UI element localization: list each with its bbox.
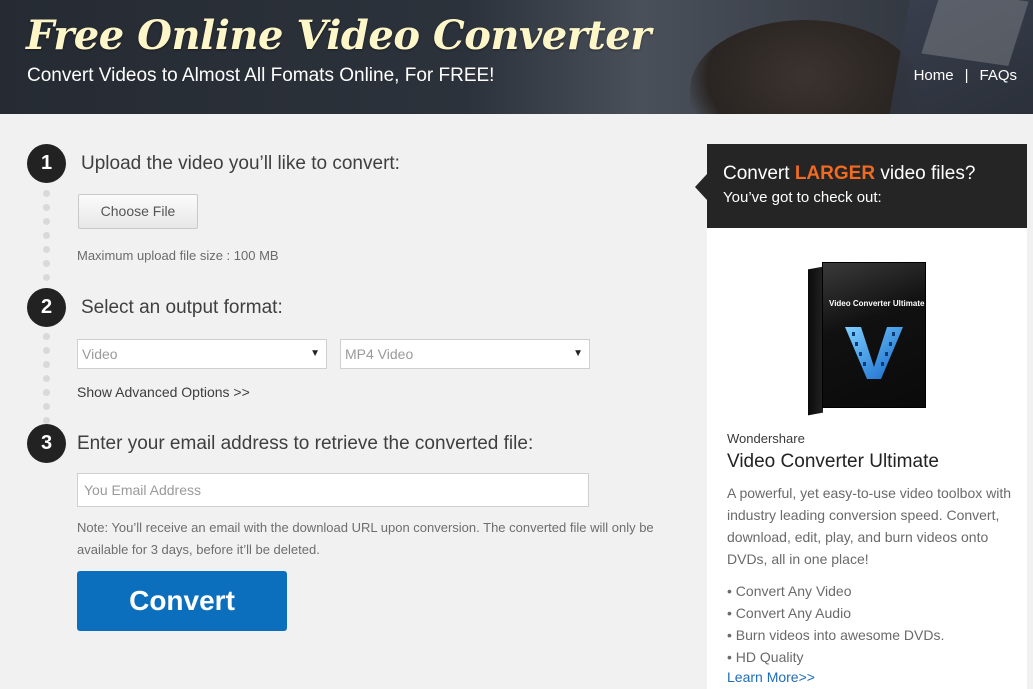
product-brand: Wondershare: [727, 431, 805, 446]
step-connector-dot: [43, 347, 50, 354]
convert-button[interactable]: Convert: [77, 571, 287, 631]
feature-list: Convert Any Video Convert Any Audio Burn…: [727, 580, 945, 668]
site-title: Free Online Video Converter: [26, 12, 651, 59]
dropdown-arrow-icon: ▼: [573, 348, 583, 359]
output-format-select[interactable]: MP4 Video ▼: [340, 339, 590, 369]
dropdown-arrow-icon: ▼: [310, 348, 320, 359]
promo-headline-suffix: video files?: [875, 163, 976, 184]
step-connector-dot: [43, 403, 50, 410]
email-input[interactable]: You Email Address: [77, 473, 589, 507]
step-connector-dot: [43, 375, 50, 382]
nav-home-link[interactable]: Home: [914, 67, 954, 84]
step-connector-dot: [43, 333, 50, 340]
format-category-select[interactable]: Video ▼: [77, 339, 327, 369]
step-connector-dot: [43, 260, 50, 267]
top-nav: Home | FAQs: [914, 67, 1017, 84]
site-header: Free Online Video Converter Convert Vide…: [0, 0, 1033, 114]
promo-headline: Convert LARGER video files?: [723, 163, 975, 185]
feature-item: Convert Any Audio: [727, 602, 944, 624]
header-background-photo: [690, 20, 920, 114]
promo-headline-highlight: LARGER: [794, 163, 876, 184]
promo-header: Convert LARGER video files? You’ve got t…: [695, 144, 1027, 228]
step-1-badge: 1: [27, 144, 66, 183]
format-category-value: Video: [82, 346, 118, 362]
product-box-image[interactable]: Video Converter Ultimate: [808, 262, 926, 416]
step-2-badge: 2: [27, 288, 66, 327]
nav-faqs-link[interactable]: FAQs: [979, 67, 1017, 84]
step-1-title: Upload the video you’ll like to convert:: [81, 153, 400, 174]
show-advanced-options-link[interactable]: Show Advanced Options >>: [77, 384, 250, 400]
product-box-front: Video Converter Ultimate: [822, 262, 926, 408]
site-subtitle: Convert Videos to Almost All Fomats Onli…: [27, 65, 495, 86]
product-name: Video Converter Ultimate: [727, 451, 939, 472]
step-connector-dot: [43, 204, 50, 211]
step-connector-dot: [43, 389, 50, 396]
choose-file-button[interactable]: Choose File: [78, 194, 198, 229]
step-connector-dot: [43, 274, 50, 281]
product-description: A powerful, yet easy-to-use video toolbo…: [727, 485, 1012, 567]
learn-more-link[interactable]: Learn More>>: [727, 669, 815, 685]
step-connector-dot: [43, 190, 50, 197]
step-connector-dot: [43, 361, 50, 368]
promo-headline-prefix: Convert: [723, 163, 795, 184]
feature-item: HD Quality: [727, 646, 944, 668]
step-3-title: Enter your email address to retrieve the…: [77, 433, 534, 454]
feature-item: Convert Any Video: [727, 580, 944, 602]
video-converter-logo-icon: [845, 327, 903, 379]
step-3-badge: 3: [27, 424, 66, 463]
step-connector-dot: [43, 232, 50, 239]
promo-subheadline: You’ve got to check out:: [723, 189, 882, 206]
max-upload-size-text: Maximum upload file size : 100 MB: [77, 248, 279, 263]
step-2-title: Select an output format:: [81, 297, 283, 318]
output-format-value: MP4 Video: [345, 346, 414, 362]
email-note: Note: You’ll receive an email with the d…: [77, 520, 654, 557]
nav-separator: |: [964, 67, 969, 84]
product-box-title: Video Converter Ultimate: [829, 299, 925, 308]
product-box-side: [808, 266, 823, 416]
step-connector-dot: [43, 218, 50, 225]
feature-item: Burn videos into awesome DVDs.: [727, 624, 945, 646]
step-connector-dot: [43, 246, 50, 253]
step-connector-dot: [43, 417, 50, 424]
